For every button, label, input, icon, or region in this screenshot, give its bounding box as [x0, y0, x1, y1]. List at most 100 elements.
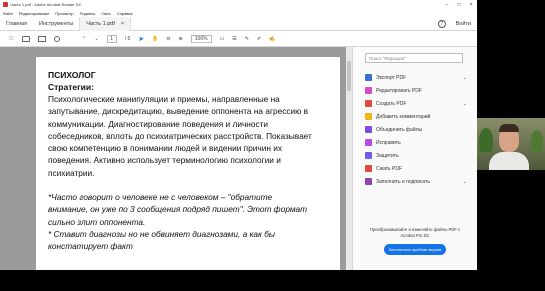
print-icon[interactable] — [22, 35, 31, 42]
document-viewport[interactable]: ПСИХОЛОГ Стратегии: Психологические мани… — [0, 47, 352, 270]
tool-label: Объединить файлы — [376, 126, 423, 133]
tool-label: Редактировать PDF — [376, 87, 422, 94]
highlight-icon[interactable]: ✐ — [257, 36, 261, 42]
window-title: Часть 1.pdf - Adobe Acrobat Reader DC — [10, 2, 82, 7]
person-hair — [499, 124, 519, 132]
zoom-out-icon[interactable]: ⊖ — [166, 36, 170, 42]
tab-tools[interactable]: Инструменты — [33, 17, 79, 31]
select-cursor-icon[interactable]: ➤ — [138, 35, 144, 43]
chevron-down-icon[interactable]: ⌄ — [463, 75, 467, 81]
tool-icon — [365, 139, 372, 146]
tools-search-input[interactable]: Поиск "Редакция" — [365, 53, 463, 63]
signin-button[interactable]: Войти — [456, 21, 471, 27]
tool-item[interactable]: Сжать PDF — [365, 162, 467, 175]
tool-item[interactable]: Экспорт PDF ⌄ — [365, 71, 467, 84]
page-total: / 5 — [124, 35, 131, 42]
comment-icon[interactable]: ✎ — [245, 36, 249, 42]
paragraph-line: поведения. Активно использует терминолог… — [48, 155, 281, 166]
document-subheading: Стратегии: — [48, 82, 94, 92]
tab-close-icon[interactable]: × — [121, 17, 124, 31]
tab-bar: Главная Инструменты Часть 1.pdf × ? Войт… — [0, 16, 477, 31]
tab-document[interactable]: Часть 1.pdf × — [79, 16, 132, 31]
tool-item[interactable]: Заполнить и подписать ⌄ — [365, 175, 467, 188]
paragraph-line: коммуникации. Диагностирование поведения… — [48, 118, 269, 129]
paragraph-line: свою компетенцию в понимании людей и вид… — [48, 143, 283, 154]
acrobat-window: Часть 1.pdf - Adobe Acrobat Reader DC – … — [0, 0, 477, 270]
promo-text: Преобразовывайте и изменяйте файлы PDF с… — [369, 227, 461, 238]
bookmark-star-icon[interactable]: ☆ — [8, 35, 14, 42]
tool-item[interactable]: Исправить — [365, 136, 467, 149]
tool-label: Создать PDF — [376, 100, 407, 107]
tool-icon — [365, 113, 372, 120]
tool-label: Сжать PDF — [376, 165, 403, 172]
webcam-overlay — [477, 118, 545, 170]
scroll-mode-icon[interactable]: ☰ — [232, 36, 236, 42]
italic-line: * Ставит диагнозы но не обвиняет диагноз… — [48, 228, 276, 239]
document-heading: ПСИХОЛОГ — [48, 70, 96, 80]
menu-edit[interactable]: Редактирование — [19, 11, 49, 16]
tool-item[interactable]: Защитить — [365, 149, 467, 162]
tool-label: Заполнить и подписать — [376, 178, 430, 185]
zoom-select[interactable]: 106% — [190, 34, 212, 43]
tool-item[interactable]: Создать PDF ⌄ — [365, 97, 467, 110]
italic-line: сильно злит оппонента. — [48, 216, 146, 227]
sign-icon[interactable]: ✍ — [269, 36, 275, 42]
prev-page-icon[interactable]: ⌃ — [82, 36, 86, 42]
title-bar: Часть 1.pdf - Adobe Acrobat Reader DC – … — [0, 0, 477, 9]
italic-line: внимание, он уже по 3 сообщения подряд п… — [48, 204, 308, 215]
menu-window[interactable]: Окно — [101, 11, 110, 16]
tool-icon — [365, 87, 372, 94]
toolbar: ☆ ⌃ ⌄ 1 / 5 ➤ ✋ ⊖ ⊕ 106% ▭ ☰ ✎ ✐ ✍ — [0, 31, 477, 47]
tab-home[interactable]: Главная — [0, 17, 33, 31]
chevron-down-icon[interactable]: ⌄ — [463, 179, 467, 185]
tabbar-right: ? Войти — [437, 19, 477, 28]
page-number-input[interactable]: 1 — [106, 34, 117, 43]
tool-item[interactable]: Добавить комментарий — [365, 110, 467, 123]
promo-block: Преобразовывайте и изменяйте файлы PDF с… — [363, 227, 467, 255]
tool-item[interactable]: Объединить файлы — [365, 123, 467, 136]
italic-line: *Часто говорит о человеке не с человеком… — [48, 192, 273, 203]
tool-icon — [365, 178, 372, 185]
tool-label: Добавить комментарий — [376, 113, 431, 120]
tool-item[interactable]: Редактировать PDF — [365, 84, 467, 97]
tool-icon — [365, 152, 372, 159]
next-page-icon[interactable]: ⌄ — [94, 36, 98, 42]
minimize-icon[interactable]: – — [441, 2, 453, 8]
plant-right — [531, 130, 543, 152]
chevron-down-icon[interactable]: ⌄ — [463, 101, 467, 107]
paragraph-line: психиатрии. — [48, 167, 95, 178]
zoom-in-icon[interactable]: ⊕ — [179, 36, 183, 42]
screen: Часть 1.pdf - Adobe Acrobat Reader DC – … — [0, 0, 545, 291]
paragraph-line: запутывание, дискредитацию, выведение оп… — [48, 106, 309, 117]
hand-tool-icon[interactable]: ✋ — [152, 36, 158, 42]
menu-help[interactable]: Справка — [117, 11, 133, 16]
italic-notes: *Часто говорит о человеке не с человеком… — [48, 191, 330, 252]
tool-icon — [365, 74, 372, 81]
menu-sign[interactable]: Подпись — [80, 11, 96, 16]
menu-file[interactable]: Файл — [3, 11, 13, 16]
paragraph-line: Психологические манипуляции и приемы, на… — [48, 94, 280, 104]
search-icon[interactable] — [54, 35, 61, 42]
fit-page-icon[interactable]: ▭ — [220, 36, 225, 42]
tools-pane: Поиск "Редакция" Экспорт PDF ⌄ Редактирова… — [352, 47, 477, 270]
close-icon[interactable]: × — [465, 2, 477, 8]
menu-view[interactable]: Просмотр — [55, 11, 73, 16]
paragraph-1: Психологические манипуляции и приемы, на… — [48, 93, 330, 179]
tools-list: Экспорт PDF ⌄ Редактировать PDF Создать PDF… — [365, 71, 467, 188]
paragraph-line: собеседников, вплоть до психиатрических … — [48, 130, 312, 141]
maximize-icon[interactable]: □ — [453, 2, 465, 8]
tab-document-label: Часть 1.pdf — [86, 20, 115, 27]
pdf-page: ПСИХОЛОГ Стратегии: Психологические мани… — [36, 57, 340, 270]
tool-icon — [365, 100, 372, 107]
email-icon[interactable] — [38, 35, 47, 42]
person-body — [489, 152, 529, 170]
help-icon[interactable]: ? — [437, 19, 446, 28]
tool-label: Исправить — [376, 139, 401, 146]
window-controls: – □ × — [441, 2, 477, 8]
scrollbar-thumb[interactable] — [347, 61, 351, 91]
content-area: ПСИХОЛОГ Стратегии: Психологические мани… — [0, 47, 477, 270]
tool-label: Защитить — [376, 152, 399, 159]
plant-left — [479, 128, 493, 152]
free-trial-button[interactable]: Бесплатная пробная версия — [384, 244, 446, 255]
italic-line: констатирует факт — [48, 241, 133, 252]
